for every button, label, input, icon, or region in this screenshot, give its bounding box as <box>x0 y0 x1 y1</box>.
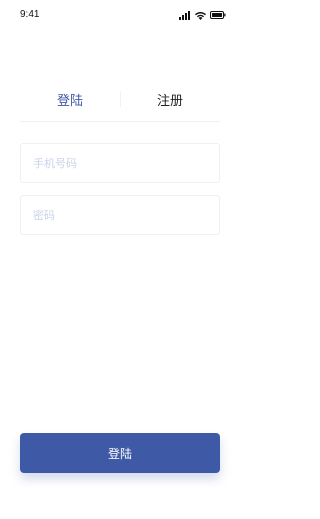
password-input[interactable] <box>21 196 219 234</box>
battery-icon <box>210 11 226 19</box>
login-button[interactable]: 登陆 <box>20 433 220 473</box>
status-icons <box>179 10 226 20</box>
tab-login[interactable]: 登陆 <box>20 85 120 113</box>
phone-field <box>20 143 220 183</box>
wifi-icon <box>195 11 206 20</box>
tabs-underline <box>20 121 220 122</box>
phone-input[interactable] <box>21 144 219 182</box>
tab-register[interactable]: 注册 <box>120 85 220 113</box>
status-time: 9:41 <box>20 9 40 20</box>
login-screen: 9:41 登陆 注册 手机号码 登陆 <box>0 0 240 519</box>
status-bar: 9:41 <box>0 0 240 30</box>
auth-tabs: 登陆 注册 <box>20 85 220 122</box>
cellular-signal-icon <box>179 10 191 20</box>
password-field <box>20 195 220 235</box>
